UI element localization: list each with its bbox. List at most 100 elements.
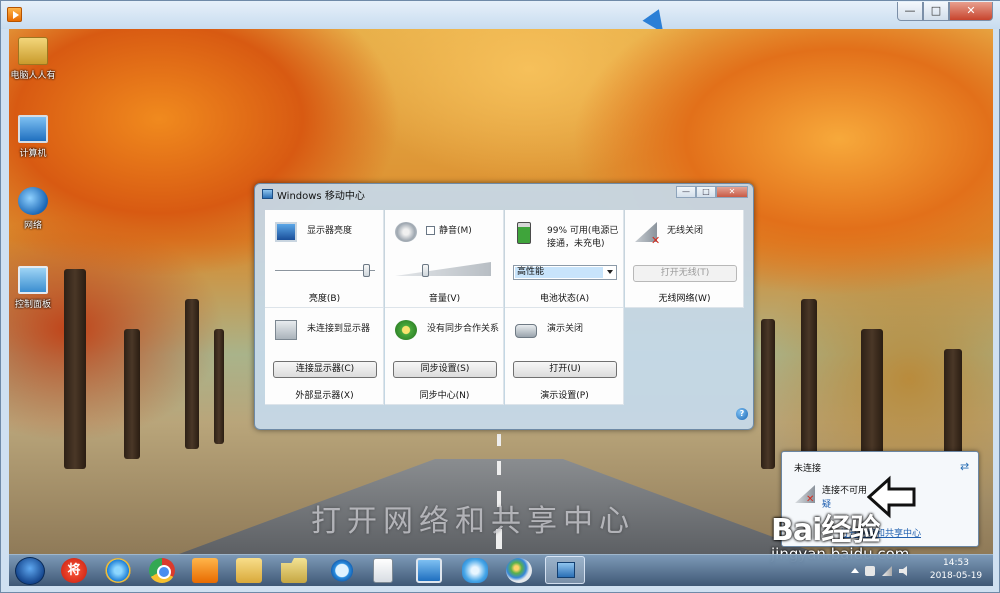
desktop-icon-computer[interactable]: 计算机 bbox=[9, 115, 63, 159]
chrome-icon[interactable] bbox=[149, 558, 175, 583]
title-bar[interactable]: — □ ✕ bbox=[1, 1, 1000, 39]
tile-footer: 电池状态(A) bbox=[539, 294, 590, 304]
window-title: Windows 移动中心 bbox=[277, 191, 365, 202]
mute-checkbox[interactable] bbox=[426, 226, 435, 235]
video-caption: 打开网络和共享中心 bbox=[311, 504, 635, 539]
action-center-flag-icon[interactable] bbox=[865, 566, 875, 576]
tree-trunk bbox=[185, 299, 199, 449]
tile-volume: 静音(M) 音量(V) bbox=[385, 210, 504, 308]
tile-label: 无线关闭 bbox=[667, 226, 704, 236]
battery-status-line: 接通，未充电) bbox=[547, 239, 605, 249]
tile-grid: 显示器亮度 亮度(B) 静音(M) 音量(V) 99% 可用(电源已 接通，未充… bbox=[265, 210, 745, 405]
minimize-button[interactable]: — bbox=[897, 2, 923, 21]
user-folder-icon bbox=[18, 37, 48, 65]
internet-explorer-icon[interactable] bbox=[105, 558, 131, 583]
sync-settings-button[interactable]: 同步设置(S) bbox=[393, 361, 497, 378]
tree-trunk bbox=[64, 269, 86, 469]
show-hidden-icons-icon[interactable] bbox=[851, 568, 859, 573]
paint-icon[interactable] bbox=[506, 558, 532, 583]
connect-display-button[interactable]: 连接显示器(C) bbox=[273, 361, 377, 378]
player-window: — □ ✕ 电脑人人有 计算机 网络 控制面板 Windows 移动中心 — □… bbox=[0, 0, 1000, 593]
brightness-slider[interactable] bbox=[275, 264, 375, 277]
mobility-center-icon bbox=[262, 189, 273, 199]
tray-network-icon[interactable] bbox=[882, 566, 892, 576]
tree-trunk bbox=[861, 329, 883, 459]
clock[interactable]: 14:53 2018-05-19 bbox=[921, 557, 991, 583]
desktop-icon-control-panel[interactable]: 控制面板 bbox=[9, 266, 63, 310]
turn-on-presentation-button[interactable]: 打开(U) bbox=[513, 361, 617, 378]
power-plan-select[interactable]: 高性能 bbox=[513, 265, 617, 280]
baidu-logo: Bai经验 bbox=[771, 513, 880, 548]
network-popup-title: 未连接 bbox=[794, 464, 822, 474]
network-status-text: 连接不可用 bbox=[822, 486, 868, 496]
monitor-icon[interactable] bbox=[275, 320, 297, 340]
desktop-icon-network[interactable]: 网络 bbox=[9, 187, 63, 231]
battery-icon[interactable] bbox=[517, 222, 531, 244]
tile-label: 未连接到显示器 bbox=[307, 324, 371, 334]
player-app-icon[interactable] bbox=[7, 7, 22, 22]
desktop-icon-label: 电脑人人有 bbox=[10, 71, 56, 81]
clock-date: 2018-05-19 bbox=[929, 571, 983, 581]
tile-sync-center: 没有同步合作关系 同步设置(S) 同步中心(N) bbox=[385, 308, 504, 405]
system-tray bbox=[847, 559, 927, 583]
tile-label: 显示器亮度 bbox=[307, 226, 353, 236]
start-button[interactable] bbox=[15, 557, 45, 585]
projector-icon[interactable] bbox=[515, 324, 537, 338]
minimize-button[interactable]: — bbox=[676, 186, 696, 198]
close-button[interactable]: ✕ bbox=[949, 2, 993, 21]
tree-trunk bbox=[761, 319, 775, 469]
close-button[interactable]: ✕ bbox=[716, 186, 748, 198]
mobility-center-taskbar-icon[interactable] bbox=[545, 556, 585, 584]
desktop-icon-label: 控制面板 bbox=[14, 300, 51, 310]
desktop-icon-label: 网络 bbox=[23, 221, 42, 231]
chevron-down-icon[interactable] bbox=[607, 270, 613, 274]
battery-status-text: 99% 可用(电源已 接通，未充电) bbox=[547, 225, 618, 251]
media-player-icon[interactable] bbox=[192, 558, 218, 583]
tile-external-display: 未连接到显示器 连接显示器(C) 外部显示器(X) bbox=[265, 308, 384, 405]
power-plan-value: 高性能 bbox=[515, 267, 603, 278]
clock-time: 14:53 bbox=[943, 558, 969, 568]
file-explorer-icon[interactable] bbox=[236, 558, 262, 583]
wireless-off-x-icon: ✕ bbox=[651, 234, 661, 247]
desktop-icon-user[interactable]: 电脑人人有 bbox=[9, 37, 63, 81]
tray-volume-icon[interactable] bbox=[899, 566, 907, 576]
tile-footer: 音量(V) bbox=[428, 294, 461, 304]
tree-trunk bbox=[801, 299, 817, 459]
display-brightness-icon[interactable] bbox=[275, 222, 297, 242]
refresh-icon[interactable]: ⇄ bbox=[960, 460, 969, 473]
tree-trunk bbox=[214, 329, 224, 444]
road-lane-mark bbox=[497, 434, 501, 446]
tile-footer: 外部显示器(X) bbox=[295, 391, 354, 401]
presentation-icon[interactable] bbox=[416, 558, 442, 583]
mute-label[interactable]: 静音(M) bbox=[439, 225, 472, 238]
taskbar-app-jiang[interactable]: 将 bbox=[61, 558, 87, 583]
taskbar: 将 14:53 2018-05-19 bbox=[9, 554, 993, 586]
turn-on-wireless-button[interactable]: 打开无线(T) bbox=[633, 265, 737, 282]
tile-wireless: ✕ 无线关闭 打开无线(T) 无线网络(W) bbox=[625, 210, 744, 308]
maximize-button[interactable]: □ bbox=[696, 186, 716, 198]
tile-label: 没有同步合作关系 bbox=[427, 324, 500, 334]
puzzle-icon[interactable] bbox=[462, 558, 488, 583]
speaker-icon[interactable] bbox=[395, 222, 417, 242]
maximize-button[interactable]: □ bbox=[923, 2, 949, 21]
battery-status-line: 99% 可用(电源已 bbox=[547, 226, 619, 236]
magnifier-icon[interactable] bbox=[329, 558, 355, 583]
control-panel-icon bbox=[18, 266, 48, 294]
desktop-icon-label: 计算机 bbox=[19, 149, 47, 159]
tile-footer: 亮度(B) bbox=[308, 294, 341, 304]
tile-footer: 演示设置(P) bbox=[540, 391, 589, 401]
document-icon[interactable] bbox=[373, 558, 393, 583]
brightness-slider-thumb[interactable] bbox=[363, 264, 370, 277]
volume-slider-track[interactable] bbox=[395, 262, 491, 276]
folder-icon[interactable] bbox=[281, 558, 307, 583]
tile-footer: 同步中心(N) bbox=[419, 391, 470, 401]
tree-trunk bbox=[124, 329, 140, 459]
network-icon bbox=[18, 187, 48, 215]
mobility-center-window: Windows 移动中心 — □ ✕ 显示器亮度 亮度(B) 静音(M) 音量(… bbox=[254, 183, 754, 430]
sync-icon[interactable] bbox=[395, 320, 417, 340]
volume-slider[interactable] bbox=[395, 264, 495, 277]
computer-icon bbox=[18, 115, 48, 143]
tile-footer: 无线网络(W) bbox=[658, 294, 711, 304]
volume-slider-thumb[interactable] bbox=[422, 264, 429, 277]
help-icon[interactable]: ? bbox=[736, 408, 748, 420]
